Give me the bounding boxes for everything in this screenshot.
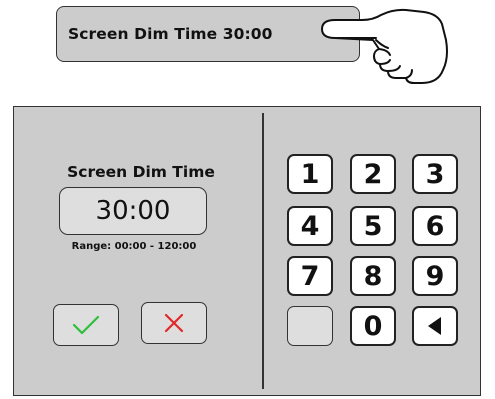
time-value: 30:00 (95, 196, 171, 226)
key-blank (287, 306, 333, 346)
key-5[interactable]: 5 (350, 206, 396, 246)
key-1[interactable]: 1 (287, 154, 333, 194)
key-8[interactable]: 8 (350, 256, 396, 296)
left-triangle-icon (428, 317, 441, 335)
key-9[interactable]: 9 (412, 256, 458, 296)
panel-divider (262, 113, 264, 389)
range-hint: Range: 00:00 - 120:00 (71, 241, 197, 252)
setting-label: Screen Dim Time 30:00 (68, 25, 273, 43)
backspace-key[interactable] (412, 306, 458, 346)
key-6[interactable]: 6 (412, 206, 458, 246)
cancel-button[interactable] (141, 302, 207, 344)
dim-time-panel: Screen Dim Time 30:00 Range: 00:00 - 120… (13, 106, 481, 396)
key-4[interactable]: 4 (287, 206, 333, 246)
x-icon (164, 313, 184, 333)
screen-dim-time-setting[interactable]: Screen Dim Time 30:00 (56, 6, 360, 62)
key-2[interactable]: 2 (350, 154, 396, 194)
pointing-hand-icon (321, 8, 448, 84)
checkmark-icon (72, 315, 100, 335)
key-7[interactable]: 7 (287, 256, 333, 296)
dialog-title: Screen Dim Time (67, 163, 215, 181)
confirm-button[interactable] (53, 304, 119, 346)
key-0[interactable]: 0 (350, 306, 396, 346)
time-value-field[interactable]: 30:00 (59, 187, 207, 235)
key-3[interactable]: 3 (412, 154, 458, 194)
